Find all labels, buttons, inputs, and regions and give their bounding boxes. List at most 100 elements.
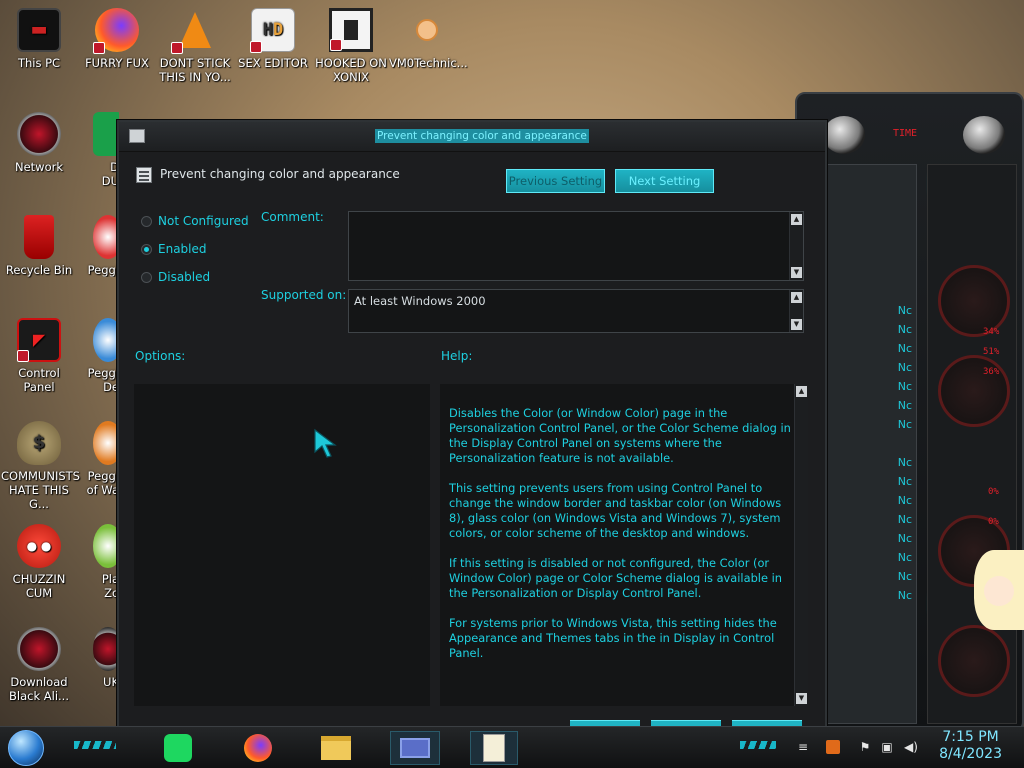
- control-panel-icon: ◤: [17, 318, 61, 362]
- scroll-down-icon[interactable]: ▼: [796, 693, 807, 704]
- options-label: Options:: [135, 349, 186, 363]
- desktop-icon-furry-fux[interactable]: FURRY FUX: [79, 8, 155, 70]
- radio-button-icon[interactable]: [141, 271, 152, 283]
- desktop-icon-download-black-alien[interactable]: Download Black Ali...: [1, 627, 77, 703]
- gadget-list-item: Nc: [897, 323, 912, 336]
- gadget-time-label: TIME: [893, 128, 918, 139]
- desktop-icon-sex-editor[interactable]: HD SEX EDITOR: [235, 8, 311, 70]
- desktop-icon-peggle-2[interactable]: Peggl De: [79, 318, 119, 394]
- firefox-icon: [93, 8, 139, 54]
- radio-button-selected-icon[interactable]: [141, 243, 152, 255]
- cartoon-character-decoration: [966, 540, 1024, 650]
- start-button[interactable]: [8, 730, 44, 766]
- gadget-list-item: Nc: [897, 494, 912, 507]
- clock-date: 8/4/2023: [939, 746, 1002, 762]
- supported-on-value: At least Windows 2000: [354, 294, 486, 308]
- policy-setting-dialog: Prevent changing color and appearance Pr…: [117, 120, 827, 728]
- control-panel-icon: [400, 738, 430, 758]
- desktop-icon-network[interactable]: Network: [1, 112, 77, 174]
- gadget-list-item: Nc: [897, 475, 912, 488]
- pdf-icon[interactable]: [826, 740, 840, 754]
- alien-head-icon: [823, 116, 865, 154]
- desktop-icon-this-pc[interactable]: ▬ This PC: [1, 8, 77, 70]
- supported-scrollbar[interactable]: ▲ ▼: [789, 290, 803, 332]
- vlc-cone-icon: [171, 8, 217, 54]
- desktop-icon-vm0technic[interactable]: VM0Technic...: [389, 8, 468, 70]
- ram-meter: [938, 355, 1010, 427]
- desktop-icon-plants[interactable]: Pla Zo: [79, 524, 119, 600]
- taskbar-app-spotify[interactable]: [158, 731, 198, 765]
- mouse-cursor-icon: [314, 428, 337, 458]
- peggle-icon: [93, 421, 119, 465]
- scroll-down-icon[interactable]: ▼: [791, 267, 802, 278]
- radio-label: Disabled: [158, 270, 211, 284]
- computer-icon: ▬: [17, 8, 61, 52]
- desktop-icon-peggle-3[interactable]: Peggl of Wa: [79, 421, 119, 497]
- gadget-list-item: Nc: [897, 304, 912, 317]
- xonix-game-icon: [329, 8, 373, 52]
- scroll-up-icon[interactable]: ▲: [796, 386, 807, 397]
- dialog-content: Prevent changing color and appearance Pr…: [125, 153, 819, 726]
- supported-on-label: Supported on:: [261, 288, 347, 302]
- policy-setting-icon: [136, 167, 152, 183]
- taskbar-app-file-explorer[interactable]: [316, 731, 356, 765]
- radio-enabled[interactable]: Enabled: [141, 242, 207, 256]
- firefox-icon: [244, 734, 272, 762]
- gadget-list-item: Nc: [897, 456, 912, 469]
- desktop-icon-chuzzin[interactable]: ● ● CHUZZIN CUM: [1, 524, 77, 600]
- alien-download-icon: [17, 627, 61, 671]
- gadget-list-item: Nc: [897, 342, 912, 355]
- options-panel: [134, 384, 430, 706]
- volume-icon[interactable]: ◀): [904, 740, 918, 754]
- help-label: Help:: [441, 349, 473, 363]
- desktop-icon-peggle-1[interactable]: Peggl: [79, 215, 119, 277]
- desktop-icon-communists[interactable]: $ COMMUNISTS HATE THIS G...: [1, 421, 80, 511]
- desktop-icon-uk[interactable]: UK: [79, 627, 119, 689]
- peggle-icon: [93, 318, 119, 362]
- gadget-list: Nc Nc Nc Nc Nc Nc Nc Nc Nc Nc Nc Nc Nc N…: [817, 164, 917, 724]
- supported-on-field[interactable]: At least Windows 2000 ▲ ▼: [348, 289, 804, 333]
- window-app-icon[interactable]: [129, 129, 145, 143]
- gadget-list-item: Nc: [897, 418, 912, 431]
- recycle-bin-icon: [24, 215, 54, 259]
- chuzzle-icon: ● ●: [17, 524, 61, 568]
- gadget-readout: 51%: [983, 347, 1000, 357]
- taskbar-clock[interactable]: 7:15 PM 8/4/2023: [939, 729, 1002, 763]
- desktop-icon-recycle-bin[interactable]: Recycle Bin: [1, 215, 77, 277]
- help-paragraph: For systems prior to Windows Vista, this…: [449, 616, 777, 660]
- radio-label: Not Configured: [158, 214, 249, 228]
- clock-time: 7:15 PM: [942, 729, 999, 745]
- flag-icon[interactable]: ⚑: [858, 740, 872, 754]
- alien-network-icon: [17, 112, 61, 156]
- gadget-readout: 0%: [988, 487, 999, 497]
- desktop-icon-hooked-on-xonix[interactable]: HOOKED ON XONIX: [313, 8, 389, 84]
- taskbar-app-firefox[interactable]: [238, 731, 278, 765]
- taskbar-app-control-panel[interactable]: [390, 731, 440, 765]
- taskbar-app-notepad[interactable]: [470, 731, 518, 765]
- next-setting-button[interactable]: Next Setting: [615, 169, 714, 193]
- network-icon[interactable]: ▣: [880, 740, 894, 754]
- title-bar[interactable]: Prevent changing color and appearance: [119, 122, 825, 152]
- window-title: Prevent changing color and appearance: [375, 129, 589, 143]
- hxd-editor-icon: HD: [250, 8, 295, 53]
- gadget-readout: 34%: [983, 327, 1000, 337]
- comment-scrollbar[interactable]: ▲ ▼: [789, 212, 803, 280]
- keyboard-icon[interactable]: ≡: [796, 740, 810, 754]
- radio-not-configured[interactable]: Not Configured: [141, 214, 249, 228]
- policy-title: Prevent changing color and appearance: [160, 167, 400, 181]
- desktop-icon-control-panel[interactable]: ◤ Control Panel: [1, 318, 77, 394]
- desktop-icon-partial-d[interactable]: D DU: [79, 112, 119, 188]
- scroll-up-icon[interactable]: ▲: [791, 292, 802, 303]
- previous-setting-button[interactable]: Previous Setting: [506, 169, 605, 193]
- scroll-down-icon[interactable]: ▼: [791, 319, 802, 330]
- comment-label: Comment:: [261, 210, 324, 224]
- spotify-icon: [164, 734, 192, 762]
- taskbar: ≡ ⚑ ▣ ◀) 7:15 PM 8/4/2023: [0, 726, 1024, 768]
- radio-button-icon[interactable]: [141, 215, 152, 227]
- desktop-icon-dont-stick[interactable]: DONT STICK THIS IN YO...: [157, 8, 233, 84]
- radio-disabled[interactable]: Disabled: [141, 270, 210, 284]
- money-bag-icon: $: [17, 421, 61, 465]
- notepad-icon: [483, 734, 505, 762]
- scroll-up-icon[interactable]: ▲: [791, 214, 802, 225]
- comment-textarea[interactable]: ▲ ▼: [348, 211, 804, 281]
